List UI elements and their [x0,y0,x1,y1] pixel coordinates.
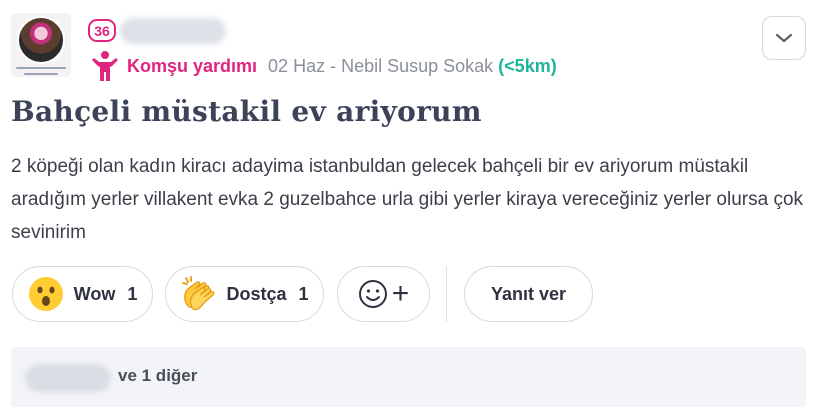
add-reaction-button[interactable]: + [337,266,430,322]
reply-button-label: Yanıt ver [490,283,567,304]
reply-button[interactable]: Yanıt ver [464,266,593,322]
post-meta: Komşu yardımı 02 Haz - Nebil Susup Sokak… [92,50,557,82]
post-body: 2 köpeği olan kadın kiracı adayima istan… [11,156,804,243]
author-name-blurred [120,18,226,44]
helping-person-icon [92,51,118,81]
post-date-location: 02 Haz - Nebil Susup Sokak [268,55,494,76]
reaction-wow-label: Wow [73,283,116,304]
reaction-dostca-count: 1 [298,283,309,304]
post-title: Bahçeli müstakil ev ariyorum [11,95,482,128]
reaction-wow-button[interactable]: Wow 1 [12,266,153,322]
reaction-dostca-button[interactable]: Dostça 1 [165,266,324,322]
smiley-face-icon [358,280,387,308]
reaction-wow-count: 1 [127,283,138,304]
post-menu-button[interactable] [762,16,806,60]
reaction-dostca-label: Dostça [226,283,287,304]
add-reaction-plus: + [391,277,410,310]
avatar-caption [13,67,69,75]
reactor-names-blurred [25,364,111,392]
reactors-others-text: ve 1 diğer [118,366,198,385]
surprised-face-icon [28,277,63,311]
avatar-photo [17,16,65,64]
chevron-down-icon [775,33,793,43]
clapping-hands-icon [182,276,215,311]
post-category[interactable]: Komşu yardımı [127,56,257,77]
reactions-summary[interactable]: ve 1 diğer [11,347,806,407]
reaction-divider [446,266,447,322]
author-avatar[interactable] [11,13,71,77]
post-distance: (<5km) [498,55,557,76]
level-badge: 36 [88,19,116,42]
